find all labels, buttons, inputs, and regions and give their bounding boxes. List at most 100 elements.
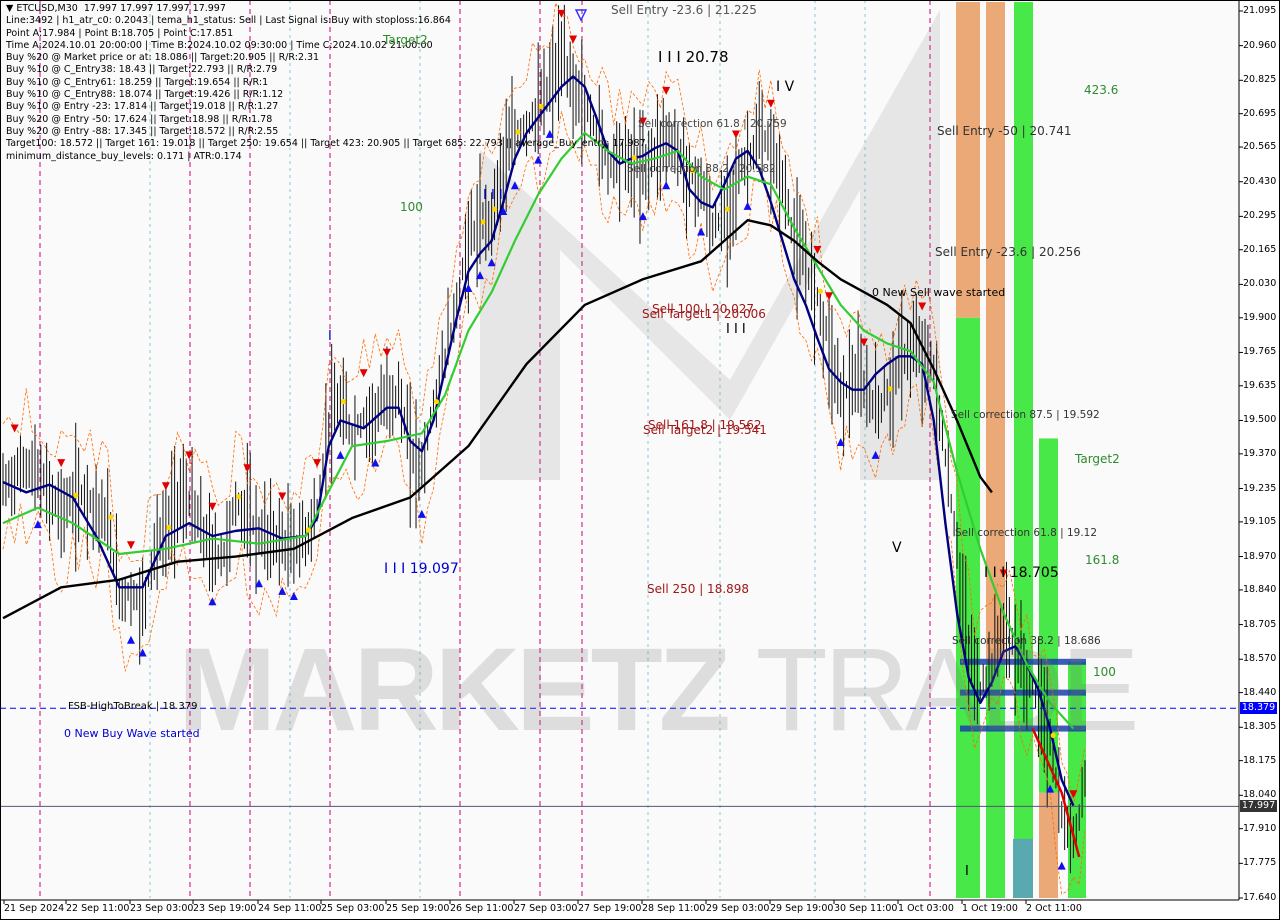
annotation-fib161: 161.8 <box>1085 553 1120 567</box>
y-tick-label: 19.900 <box>1243 311 1277 323</box>
x-tick-label: 30 Sep 11:00 <box>834 903 898 914</box>
annotation-wave4: I V <box>776 79 795 95</box>
yellow-dot-icon <box>108 514 114 520</box>
annotation-sell-target1: Sell Target1 | 20.006 <box>642 307 766 321</box>
x-tick-label: 1 Oct 19:00 <box>962 903 1018 914</box>
signal-bar-orange <box>1039 792 1058 898</box>
annotation-sell-corr-61-low: Sell correction 61.8 | 19.12 <box>955 527 1098 539</box>
x-tick-label: 28 Sep 11:00 <box>642 903 706 914</box>
info-panel: ▼ ETCUSD,M30 17.997 17.997 17.997 17.997… <box>6 3 646 163</box>
annotation-fib100-left: 100 <box>400 200 423 214</box>
info-line: Buy %20 @ Market price or at: 18.086 || … <box>6 52 320 64</box>
info-line: Line:3492 | h1_atr_c0: 0.2043 | tema_h1_… <box>6 15 451 27</box>
annotation-wave-v: V <box>892 540 902 556</box>
y-tick-label: 18.570 <box>1243 653 1277 665</box>
info-line: Buy %10 @ C_Entry61: 18.259 || Target:19… <box>6 76 269 88</box>
yellow-dot-icon <box>724 206 730 212</box>
y-tick-label: 18.440 <box>1243 686 1277 698</box>
annotation-sell-entry-50: Sell Entry -50 | 20.741 <box>937 124 1072 138</box>
x-tick-label: 1 Oct 03:00 <box>898 903 954 914</box>
y-tick-label: 20.165 <box>1243 243 1277 255</box>
annotation-sell-corr-87: Sell correction 87.5 | 19.592 <box>951 409 1100 421</box>
x-tick-label: 27 Sep 19:00 <box>578 903 642 914</box>
x-tick-label: 24 Sep 11:00 <box>258 903 322 914</box>
y-tick-label: 18.970 <box>1243 550 1277 562</box>
annotation-wave3-low: I I I 19.097 <box>384 561 459 577</box>
annotation-sell-corr-61-top: Sell correction 61.8 | 20.759 <box>638 118 787 130</box>
y-tick-label: 20.695 <box>1243 107 1277 119</box>
yellow-dot-icon <box>73 492 79 498</box>
annotation-new-sell-wave: 0 New Sell wave started <box>872 286 1006 299</box>
x-tick-label: 23 Sep 19:00 <box>193 903 257 914</box>
y-tick-label: 18.305 <box>1243 721 1277 733</box>
symbol-label: ETCUSD,M30 <box>16 3 78 14</box>
info-line: Buy %20 @ Entry -50: 17.624 || Target:18… <box>6 113 273 125</box>
y-tick-label: 21.095 <box>1243 4 1277 16</box>
y-tick-label: 17.910 <box>1243 822 1277 834</box>
y-tick-label: 18.705 <box>1243 618 1277 630</box>
annotation-wave-i-bottom: I <box>965 864 969 879</box>
x-tick-label: 22 Sep 11:00 <box>66 903 130 914</box>
yellow-dot-icon <box>817 288 824 294</box>
x-tick-label: 2 Oct 11:00 <box>1026 903 1082 914</box>
y-tick-label: 18.840 <box>1243 583 1277 595</box>
annotation-sell-250: Sell 250 | 18.898 <box>647 582 750 596</box>
y-tick-label: 19.500 <box>1243 414 1277 426</box>
signal-bar-orange <box>956 2 980 318</box>
y-tick-label: 20.960 <box>1243 39 1277 51</box>
price-tag-fsb: 18.379 <box>1240 702 1277 715</box>
y-tick-label: 20.030 <box>1243 278 1277 290</box>
annotation-sell-entry-23: Sell Entry -23.6 | 20.256 <box>935 245 1081 259</box>
yellow-dot-icon <box>236 494 242 500</box>
x-tick-label: 27 Sep 03:00 <box>514 903 578 914</box>
yellow-dot-icon <box>887 386 893 392</box>
yellow-dot-icon <box>492 206 498 212</box>
info-line: Buy %10 @ C_Entry88: 18.074 || Target:19… <box>6 89 284 101</box>
annotation-fsb: FSB-HighToBreak | 18.379 <box>68 701 198 712</box>
x-tick-label: 29 Sep 03:00 <box>706 903 770 914</box>
annotation-sell-entry-top: Sell Entry -23.6 | 21.225 <box>611 3 757 17</box>
x-tick-label: 25 Sep 03:00 <box>321 903 385 914</box>
symbol-header: ▼ ETCUSD,M30 17.997 17.997 17.997 17.997 <box>6 3 226 14</box>
y-tick-label: 20.565 <box>1243 141 1277 153</box>
x-tick-label: 21 Sep 2024 <box>4 903 65 914</box>
annotation-sell-target2: Sell Target2 | 19.541 <box>643 423 767 437</box>
yellow-dot-icon <box>433 399 440 405</box>
x-tick-label: 26 Sep 11:00 <box>450 903 514 914</box>
annotation-wave-i1: I <box>328 329 332 344</box>
price-tag-current: 17.997 <box>1240 800 1277 813</box>
yellow-dot-icon <box>340 399 346 405</box>
ohlc-label: 17.997 17.997 17.997 17.997 <box>83 3 226 14</box>
yellow-dot-icon <box>480 219 486 225</box>
info-line: Time A:2024.10.01 20:00:00 | Time B:2024… <box>6 39 433 51</box>
info-line: Target100: 18.572 || Target 161: 19.018 … <box>6 138 646 150</box>
annotation-new-buy-wave: 0 New Buy Wave started <box>64 727 200 740</box>
x-tick-label: 23 Sep 03:00 <box>130 903 194 914</box>
y-tick-label: 18.175 <box>1243 754 1277 766</box>
y-tick-label: 20.295 <box>1243 210 1277 222</box>
annotation-wave3-right: I I I 18.705 <box>984 565 1059 581</box>
yellow-dot-icon <box>305 527 312 533</box>
info-line: Buy %10 @ Entry -23: 17.814 || Target:19… <box>6 101 279 113</box>
y-tick-label: 20.825 <box>1243 74 1277 86</box>
y-tick-label: 19.765 <box>1243 346 1277 358</box>
y-tick-label: 19.105 <box>1243 515 1277 527</box>
x-tick-label: 25 Sep 19:00 <box>386 903 450 914</box>
annotation-target2-top: Target2 <box>383 33 428 47</box>
annotation-fib100-right: 100 <box>1093 665 1116 679</box>
y-tick-label: 20.430 <box>1243 175 1277 187</box>
y-tick-label: 19.235 <box>1243 482 1277 494</box>
annotation-wave-iii-mid: I I I <box>726 322 746 337</box>
signal-bar-teal-block <box>1013 838 1033 898</box>
y-tick-label: 18.040 <box>1243 789 1277 801</box>
x-tick-label: 29 Sep 19:00 <box>770 903 834 914</box>
annotation-wave3-top: I I I 20.78 <box>658 48 729 66</box>
y-tick-label: 17.775 <box>1243 857 1277 869</box>
y-tick-label: 19.635 <box>1243 379 1277 391</box>
y-tick-label: 17.640 <box>1243 892 1277 903</box>
info-line: minimum_distance_buy_levels: 0.171 | ATR… <box>6 150 242 162</box>
chart-window: MARKETZ TRADE ▼ ETCUSD,M30 17.997 17.997… <box>0 0 1280 920</box>
annotation-sell-corr-38: Sell correction 38.2 | 20.582 <box>627 163 776 175</box>
annotation-wave-i3: I I I <box>483 188 503 203</box>
annotation-sell-corr-38-low: Sell correction 38.2 | 18.686 <box>952 635 1101 647</box>
